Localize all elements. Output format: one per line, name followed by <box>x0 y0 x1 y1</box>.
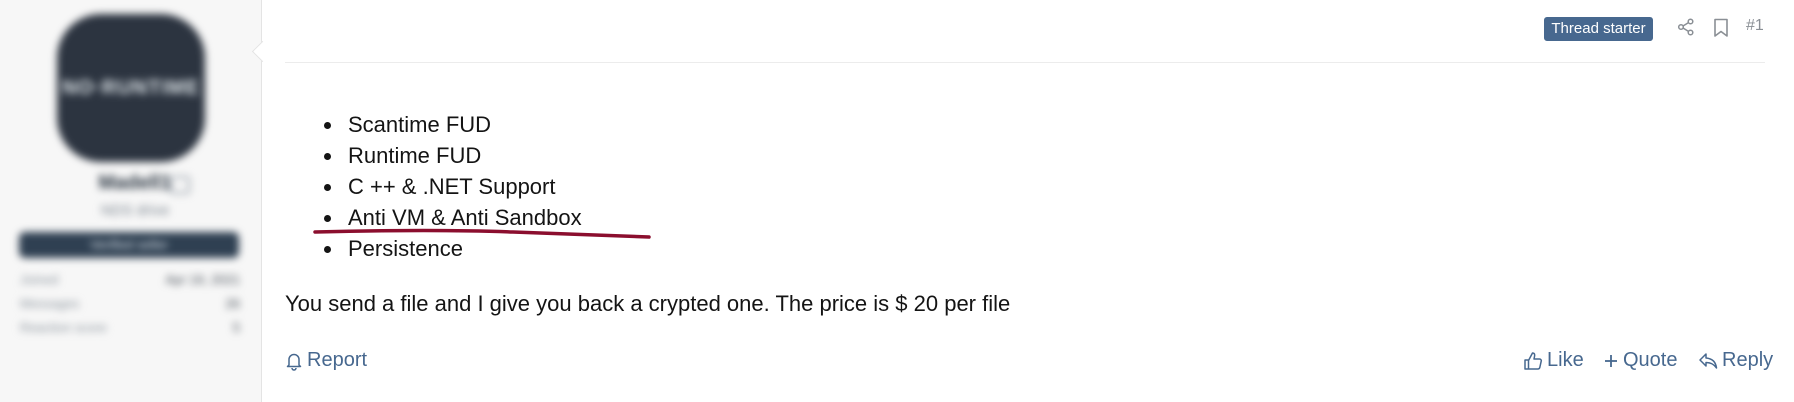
plus-icon <box>1605 354 1617 367</box>
quote-label: Quote <box>1623 349 1678 371</box>
stat-value: Apr 19, 2021 <box>165 272 240 287</box>
quote-button[interactable]: Quote <box>1603 349 1677 372</box>
header-divider <box>285 62 1765 63</box>
stat-label: Reaction score <box>20 320 107 335</box>
reply-label: Reply <box>1722 349 1774 371</box>
report-link[interactable]: Report <box>285 349 367 372</box>
stat-label: Messages <box>20 296 80 311</box>
thumbs-up-icon <box>1524 351 1543 370</box>
stat-value: 5 <box>232 320 240 335</box>
stat-row: Reaction score 5 <box>20 316 240 340</box>
user-banner: Verified seller <box>19 232 239 258</box>
user-badge-icon <box>170 176 190 194</box>
thread-starter-badge: Thread starter <box>1544 17 1653 41</box>
stat-row: Joined Apr 19, 2021 <box>20 268 240 292</box>
list-item: C ++ & .NET Support <box>344 171 582 202</box>
user-sidebar: NO·RUNTIME Madell1 NDS drive Verified se… <box>0 0 262 402</box>
share-icon[interactable] <box>1677 18 1695 41</box>
user-title: NDS drive <box>100 202 170 219</box>
bookmark-icon[interactable] <box>1713 18 1729 43</box>
post-body-text: You send a file and I give you back a cr… <box>285 291 1011 316</box>
stat-row: Messages 26 <box>20 292 240 316</box>
message-main: Thread starter #1 Scantime FUD Runtime F… <box>285 0 1773 402</box>
bell-icon <box>286 353 302 371</box>
reply-button[interactable]: Reply <box>1698 349 1773 372</box>
user-stats: Joined Apr 19, 2021 Messages 26 Reaction… <box>20 268 240 340</box>
stat-value: 26 <box>225 296 240 311</box>
list-item: Scantime FUD <box>344 109 582 140</box>
like-button[interactable]: Like <box>1523 349 1584 372</box>
list-item: Runtime FUD <box>344 140 582 171</box>
stat-label: Joined <box>20 272 59 287</box>
red-underline-annotation <box>313 228 651 239</box>
post-number-link[interactable]: #1 <box>1746 17 1764 35</box>
report-label: Report <box>307 349 368 371</box>
reply-icon <box>1699 352 1718 369</box>
like-label: Like <box>1547 349 1584 371</box>
avatar[interactable]: NO·RUNTIME <box>57 14 205 162</box>
avatar-text: NO·RUNTIME <box>62 76 200 99</box>
